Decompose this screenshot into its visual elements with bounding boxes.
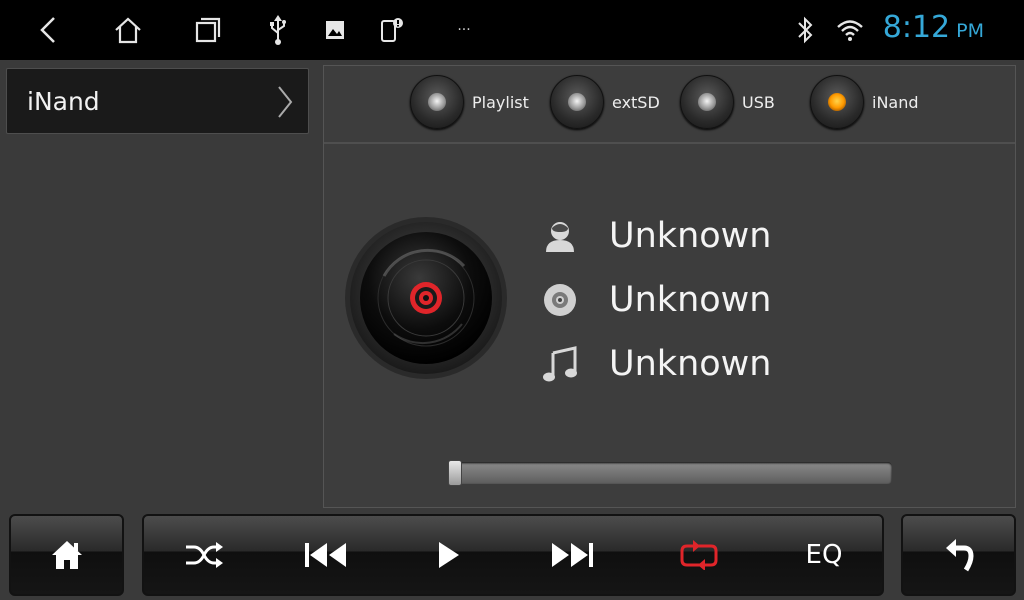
recents-icon[interactable]: [192, 14, 224, 46]
tab-indicator-icon: [680, 75, 734, 129]
tab-usb[interactable]: USB: [680, 74, 775, 130]
tab-indicator-icon: [810, 75, 864, 129]
seek-bar[interactable]: [448, 460, 892, 486]
shuffle-button[interactable]: [164, 516, 244, 594]
music-note-icon: [539, 343, 581, 385]
vinyl-disc-icon: [344, 216, 508, 384]
back-icon[interactable]: [32, 14, 64, 46]
title-row: Unknown: [539, 339, 771, 389]
play-icon: [439, 542, 459, 568]
previous-track-icon: [305, 543, 346, 567]
clock-time: 8:12: [882, 10, 951, 45]
bluetooth-icon: [789, 14, 821, 46]
shuffle-icon: [186, 542, 223, 568]
tab-indicator-icon: [410, 75, 464, 129]
wifi-icon: [834, 14, 866, 46]
image-icon: [319, 14, 351, 46]
artist-icon: [539, 215, 581, 257]
repeat-icon: [680, 540, 718, 570]
previous-button[interactable]: [286, 516, 366, 594]
transport-controls: EQ: [142, 514, 884, 596]
source-selector-label: iNand: [27, 87, 100, 116]
album-row: Unknown: [539, 275, 771, 325]
tab-label: USB: [742, 92, 775, 112]
album-text: Unknown: [609, 280, 772, 320]
status-bar: ··· 8:12 PM: [0, 0, 1024, 60]
tab-playlist[interactable]: Playlist: [410, 74, 529, 130]
tab-label: extSD: [612, 92, 660, 112]
artist-text: Unknown: [609, 216, 772, 256]
eq-button[interactable]: EQ: [784, 516, 864, 594]
chevron-right-icon: [276, 85, 294, 123]
title-text: Unknown: [609, 344, 772, 384]
tab-extsd[interactable]: extSD: [550, 74, 660, 130]
back-arrow-icon: [903, 516, 1014, 594]
phone-notification-icon: [376, 14, 408, 46]
player-panel: Playlist extSD USB iNand Unknown Unknown…: [323, 65, 1016, 508]
home-button[interactable]: [9, 514, 124, 596]
repeat-button[interactable]: [659, 516, 739, 594]
status-clock: 8:12 PM: [883, 10, 984, 50]
seek-bar-thumb[interactable]: [448, 460, 462, 486]
usb-icon: [262, 14, 294, 46]
more-dots-icon: ···: [457, 22, 471, 38]
back-button[interactable]: [901, 514, 1016, 596]
home-icon: [11, 516, 122, 594]
album-icon: [539, 279, 581, 321]
tab-inand[interactable]: iNand: [810, 74, 919, 130]
tab-indicator-icon: [550, 75, 604, 129]
next-button[interactable]: [532, 516, 612, 594]
next-track-icon: [552, 543, 593, 567]
tab-label: Playlist: [472, 92, 529, 112]
play-button[interactable]: [409, 516, 489, 594]
tab-label: iNand: [872, 92, 919, 112]
artist-row: Unknown: [539, 211, 771, 261]
source-selector[interactable]: iNand: [6, 68, 309, 134]
clock-ampm: PM: [956, 20, 984, 42]
source-tabs: Playlist extSD USB iNand: [324, 66, 1015, 144]
home-icon[interactable]: [112, 14, 144, 46]
